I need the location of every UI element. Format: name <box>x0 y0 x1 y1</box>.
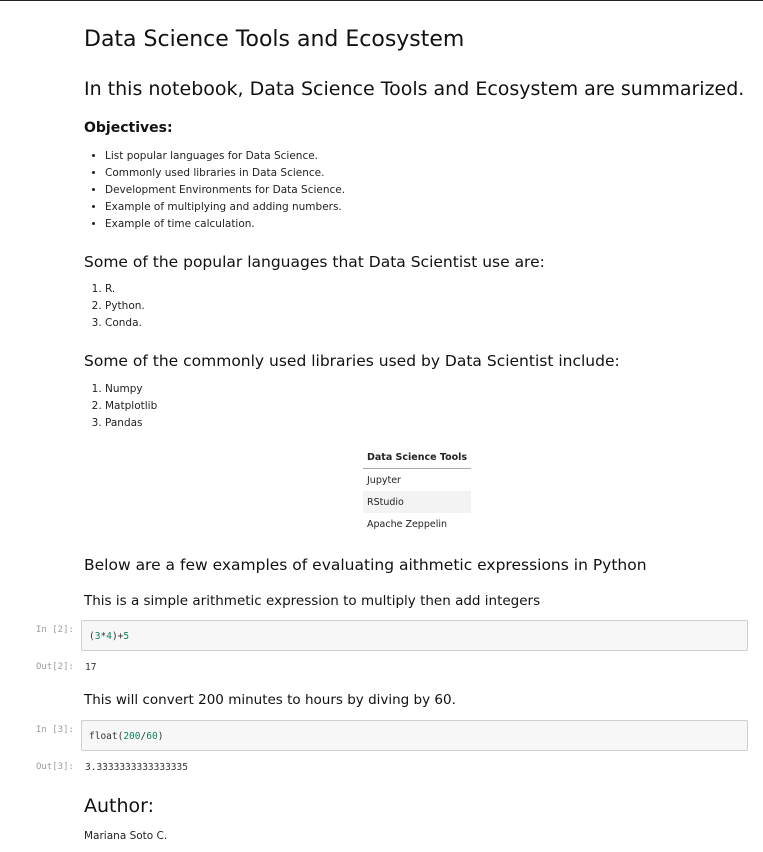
cell1-input-prompt: In [2]: <box>36 625 74 635</box>
cell1-output: 17 <box>85 662 97 673</box>
cell2-output: 3.3333333333333335 <box>85 762 188 773</box>
code-number: 200 <box>123 731 141 742</box>
code-token: float( <box>89 731 124 742</box>
list-item: Conda. <box>105 315 145 332</box>
cell2-code-input[interactable]: float(200/60) <box>81 720 748 751</box>
cell2-input-prompt: In [3]: <box>36 725 74 735</box>
objectives-heading: Objectives: <box>84 120 173 136</box>
code-token: )+ <box>111 631 124 642</box>
intro-heading: In this notebook, Data Science Tools and… <box>84 78 745 100</box>
languages-heading: Some of the popular languages that Data … <box>84 253 545 271</box>
list-item: R. <box>105 281 145 298</box>
cell1-code-input[interactable]: (3*4)+5 <box>81 620 748 651</box>
list-item: Example of time calculation. <box>105 216 345 233</box>
libraries-list: Numpy Matplotlib Pandas <box>84 381 157 432</box>
window-top-border <box>0 0 763 1</box>
list-item: Pandas <box>105 415 157 432</box>
list-item: List popular languages for Data Science. <box>105 148 345 165</box>
objectives-list: List popular languages for Data Science.… <box>84 148 345 233</box>
arithmetic-heading: Below are a few examples of evaluating a… <box>84 556 647 574</box>
libraries-heading: Some of the commonly used libraries used… <box>84 352 620 370</box>
cell2-description: This will convert 200 minutes to hours b… <box>84 692 456 708</box>
code-token: ) <box>157 731 164 742</box>
list-item: Development Environments for Data Scienc… <box>105 182 345 199</box>
notebook-title: Data Science Tools and Ecosystem <box>84 27 465 52</box>
author-name: Mariana Soto C. <box>84 830 168 842</box>
cell1-output-prompt: Out[2]: <box>36 662 74 672</box>
author-heading: Author: <box>84 795 155 817</box>
cell1-description: This is a simple arithmetic expression t… <box>84 593 541 609</box>
cell2-output-prompt: Out[3]: <box>36 762 74 772</box>
list-item: Python. <box>105 298 145 315</box>
code-number: 60 <box>146 731 158 742</box>
list-item: Commonly used libraries in Data Science. <box>105 165 345 182</box>
list-item: Matplotlib <box>105 398 157 415</box>
table-row: Jupyter <box>367 474 401 486</box>
table-row: Apache Zeppelin <box>367 518 448 530</box>
code-number: 5 <box>123 631 130 642</box>
tools-table: Data Science Tools Jupyter RStudio Apach… <box>363 447 472 535</box>
tools-table-header: Data Science Tools <box>363 447 472 469</box>
languages-list: R. Python. Conda. <box>84 281 145 332</box>
table-row: RStudio <box>363 491 472 513</box>
list-item: Example of multiplying and adding number… <box>105 199 345 216</box>
list-item: Numpy <box>105 381 157 398</box>
